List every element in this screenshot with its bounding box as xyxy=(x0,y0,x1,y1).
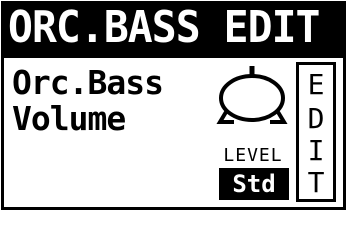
edit-tab-letter: D xyxy=(307,102,325,135)
parameter-name-line1: Orc.Bass xyxy=(12,63,164,102)
edit-tab-letter: I xyxy=(307,134,325,167)
level-label: LEVEL xyxy=(223,145,283,166)
edit-tab-letter: E xyxy=(307,68,325,101)
level-value[interactable]: Std xyxy=(219,168,289,200)
knob-icon[interactable] xyxy=(216,64,288,134)
edit-tab-letter: T xyxy=(307,166,325,199)
lcd-screen: ORC.BASS EDIT Orc.Bass Volume LEVEL Std … xyxy=(0,0,347,211)
page-title: ORC.BASS EDIT xyxy=(8,2,320,53)
edit-tab[interactable]: E D I T xyxy=(296,62,336,202)
parameter-name-line2: Volume xyxy=(12,99,126,138)
title-bar: ORC.BASS EDIT xyxy=(4,2,343,58)
